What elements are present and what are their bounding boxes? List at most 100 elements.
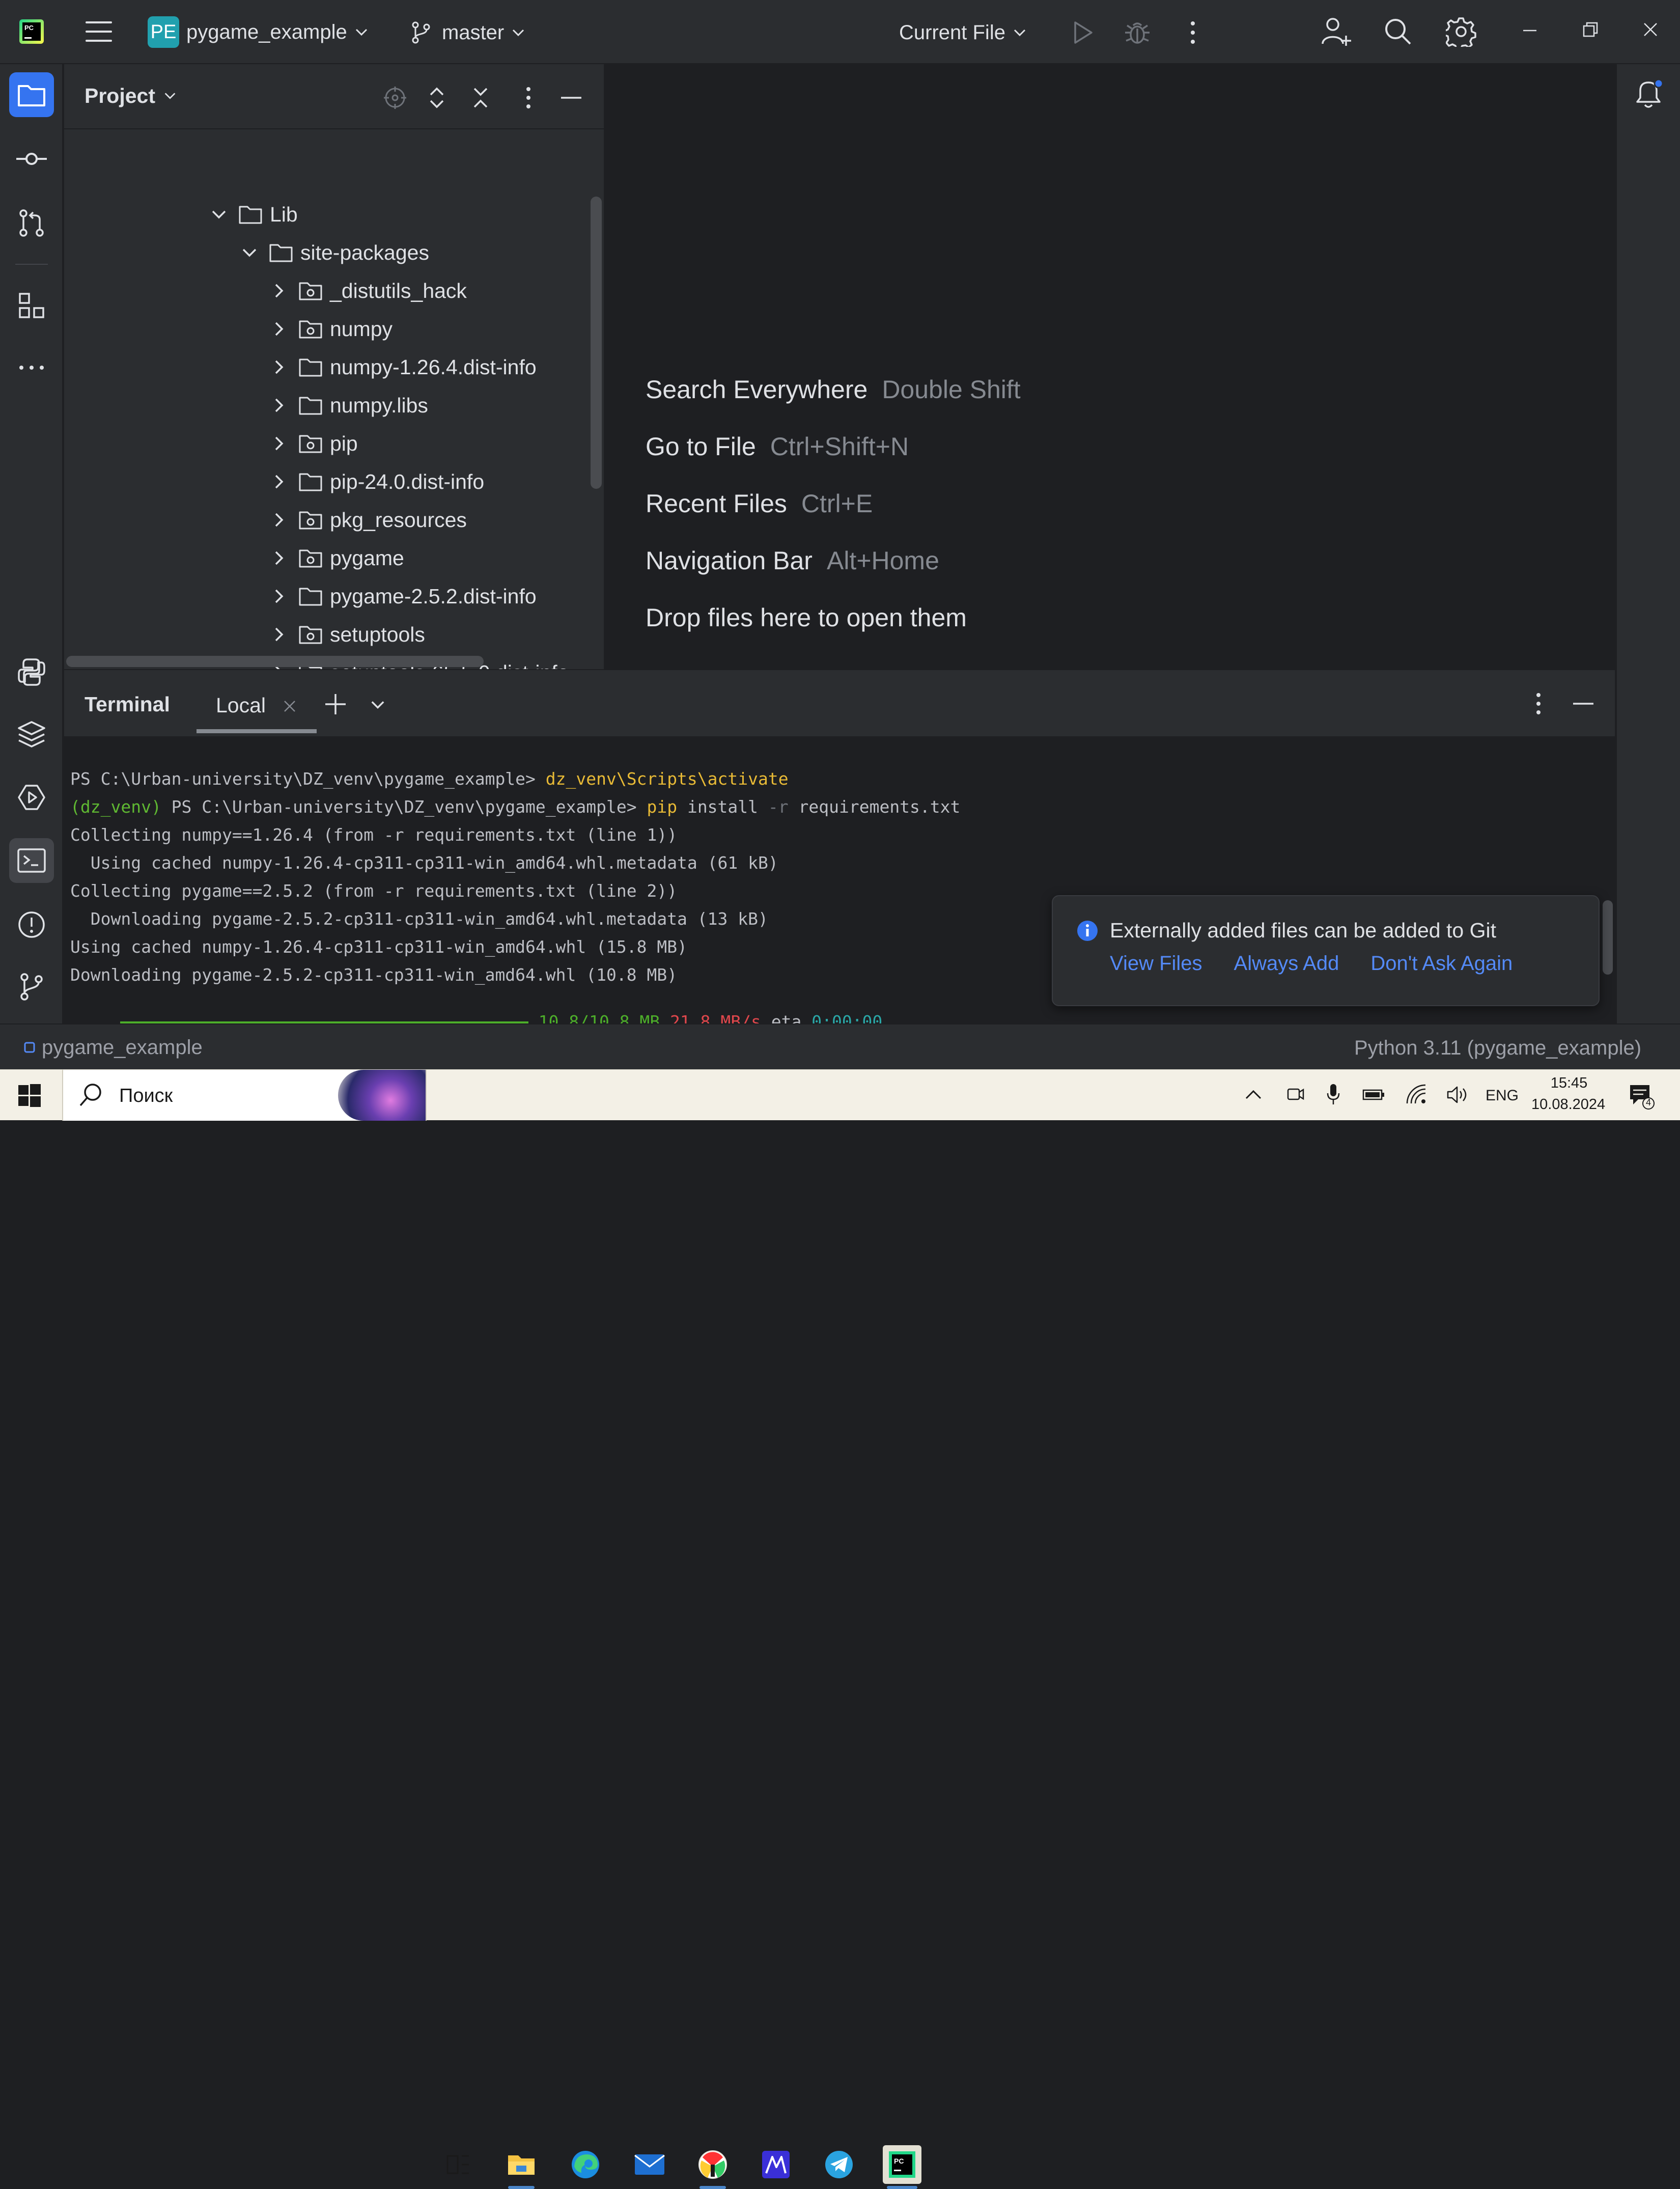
chevron-right-icon[interactable] — [269, 357, 289, 377]
python-interpreter-widget[interactable]: Python 3.11 (pygame_example) — [1354, 1037, 1641, 1060]
horizontal-scrollbar[interactable] — [66, 656, 484, 667]
taskbar-telegram[interactable] — [820, 2145, 858, 2184]
file-explorer-icon — [508, 2155, 535, 2175]
services-tool-button[interactable] — [9, 775, 54, 820]
python-console-tool-button[interactable] — [9, 650, 54, 695]
tree-item-label: setuptools — [330, 622, 425, 646]
chevron-right-icon[interactable] — [269, 433, 289, 454]
tray-wifi-icon[interactable] — [1406, 1084, 1427, 1104]
chevron-right-icon[interactable] — [269, 281, 289, 301]
close-window-button[interactable] — [1642, 21, 1659, 38]
close-icon[interactable] — [283, 700, 296, 713]
hide-terminal-button[interactable] — [1572, 699, 1594, 709]
dont-ask-again-link[interactable]: Don't Ask Again — [1370, 952, 1513, 975]
more-tool-windows-icon[interactable] — [9, 345, 54, 390]
tree-item[interactable]: pip — [269, 425, 358, 462]
python-packages-tool-button[interactable] — [9, 712, 54, 757]
chevron-right-icon[interactable] — [269, 319, 289, 339]
editor-hint: Navigation Bar Alt+Home — [646, 546, 939, 575]
editor-hint: Go to File Ctrl+Shift+N — [646, 432, 909, 461]
taskbar-mail[interactable] — [630, 2145, 669, 2184]
chevron-down-icon[interactable] — [209, 204, 229, 225]
terminal-icon — [17, 848, 46, 873]
chevron-right-icon[interactable] — [269, 624, 289, 645]
pull-requests-tool-button[interactable] — [9, 201, 54, 245]
clock-date[interactable]: 10.08.2024 — [1531, 1096, 1605, 1113]
tree-item[interactable]: Lib — [209, 196, 298, 233]
action-center-button[interactable]: 4 — [1628, 1083, 1655, 1110]
tree-item[interactable]: numpy-1.26.4.dist-info — [269, 348, 537, 386]
tree-item[interactable]: _distutils_hack — [269, 272, 467, 310]
branch-widget[interactable]: master — [410, 18, 526, 47]
tree-item[interactable]: pygame — [269, 539, 404, 577]
taskbar-file-explorer[interactable] — [502, 2145, 541, 2189]
vertical-scrollbar[interactable] — [591, 197, 602, 489]
terminal-tabs-dropdown[interactable] — [369, 696, 387, 714]
minimize-window-button[interactable] — [1522, 20, 1537, 41]
show-hidden-icons-button[interactable] — [1244, 1087, 1263, 1102]
tree-item-label: pip — [330, 431, 358, 455]
structure-tool-button[interactable] — [9, 283, 54, 328]
terminal-options-icon[interactable] — [1532, 690, 1545, 717]
folder-icon — [239, 206, 262, 224]
project-tool-button[interactable] — [9, 72, 54, 117]
project-widget[interactable]: PE pygame_example — [148, 16, 370, 48]
git-tool-button[interactable] — [9, 964, 54, 1009]
pycharm-logo[interactable]: PC — [19, 19, 44, 44]
commit-tool-button[interactable] — [9, 136, 54, 181]
tray-volume-icon[interactable] — [1446, 1085, 1469, 1104]
select-opened-file-button[interactable] — [383, 86, 407, 110]
tray-meet-icon[interactable] — [1285, 1084, 1305, 1104]
always-add-link[interactable]: Always Add — [1234, 952, 1339, 975]
tree-item[interactable]: pygame-2.5.2.dist-info — [269, 577, 537, 615]
debug-button[interactable] — [1123, 17, 1152, 47]
clock-time[interactable]: 15:45 — [1549, 1075, 1589, 1092]
taskbar-pycharm[interactable]: PC — [883, 2145, 921, 2189]
chevron-right-icon[interactable] — [269, 548, 289, 568]
terminal-tool-button[interactable] — [9, 838, 54, 883]
tree-item[interactable]: numpy — [269, 310, 393, 348]
expand-all-button[interactable] — [428, 85, 446, 111]
tree-item[interactable]: setuptools — [269, 616, 425, 653]
chevron-right-icon[interactable] — [269, 586, 289, 606]
terminal-tab-local[interactable]: Local — [197, 685, 317, 733]
input-language[interactable]: ENG — [1486, 1087, 1519, 1104]
more-options-icon[interactable] — [522, 85, 535, 111]
project-view-selector[interactable]: Project — [85, 81, 178, 110]
new-terminal-tab-button[interactable] — [324, 692, 347, 716]
taskbar-app-blue[interactable] — [757, 2145, 795, 2184]
chevron-right-icon[interactable] — [269, 510, 289, 530]
main-menu-icon[interactable] — [85, 18, 113, 45]
chevron-right-icon[interactable] — [269, 395, 289, 415]
windows-logo-icon — [18, 1084, 41, 1107]
search-icon[interactable] — [1383, 16, 1413, 47]
start-button[interactable] — [17, 1083, 42, 1107]
code-with-me-icon[interactable] — [1321, 15, 1352, 48]
hide-panel-button[interactable] — [560, 93, 582, 103]
settings-gear-icon[interactable] — [1446, 16, 1476, 47]
notifications-tool-button[interactable] — [1632, 77, 1665, 111]
collapse-all-button[interactable] — [471, 85, 490, 111]
status-project-widget[interactable]: pygame_example — [23, 1035, 203, 1060]
chevron-down-icon — [371, 701, 384, 709]
chevron-down-icon[interactable] — [239, 242, 260, 263]
tree-item[interactable]: pip-24.0.dist-info — [269, 463, 484, 501]
view-files-link[interactable]: View Files — [1110, 952, 1202, 975]
tree-item[interactable]: numpy.libs — [269, 386, 428, 424]
run-configuration-selector[interactable]: Current File — [899, 18, 1028, 47]
tray-microphone-icon[interactable] — [1326, 1083, 1341, 1105]
restore-window-button[interactable] — [1582, 21, 1599, 38]
task-view-button[interactable] — [439, 2145, 478, 2184]
taskbar-edge[interactable] — [566, 2145, 605, 2184]
chevron-right-icon[interactable] — [269, 472, 289, 492]
tray-battery-icon[interactable] — [1362, 1087, 1386, 1102]
terminal-scrollbar[interactable] — [1603, 900, 1613, 975]
tree-item[interactable]: pkg_resources — [269, 501, 467, 539]
taskbar-yandex-browser[interactable] — [693, 2145, 732, 2189]
run-button[interactable] — [1068, 18, 1097, 47]
chevron-down-icon — [1014, 29, 1026, 37]
more-actions-icon[interactable] — [1186, 18, 1199, 47]
taskbar-search-box[interactable]: Поиск — [62, 1070, 427, 1121]
problems-tool-button[interactable] — [9, 902, 54, 947]
tree-item[interactable]: site-packages — [239, 234, 429, 271]
